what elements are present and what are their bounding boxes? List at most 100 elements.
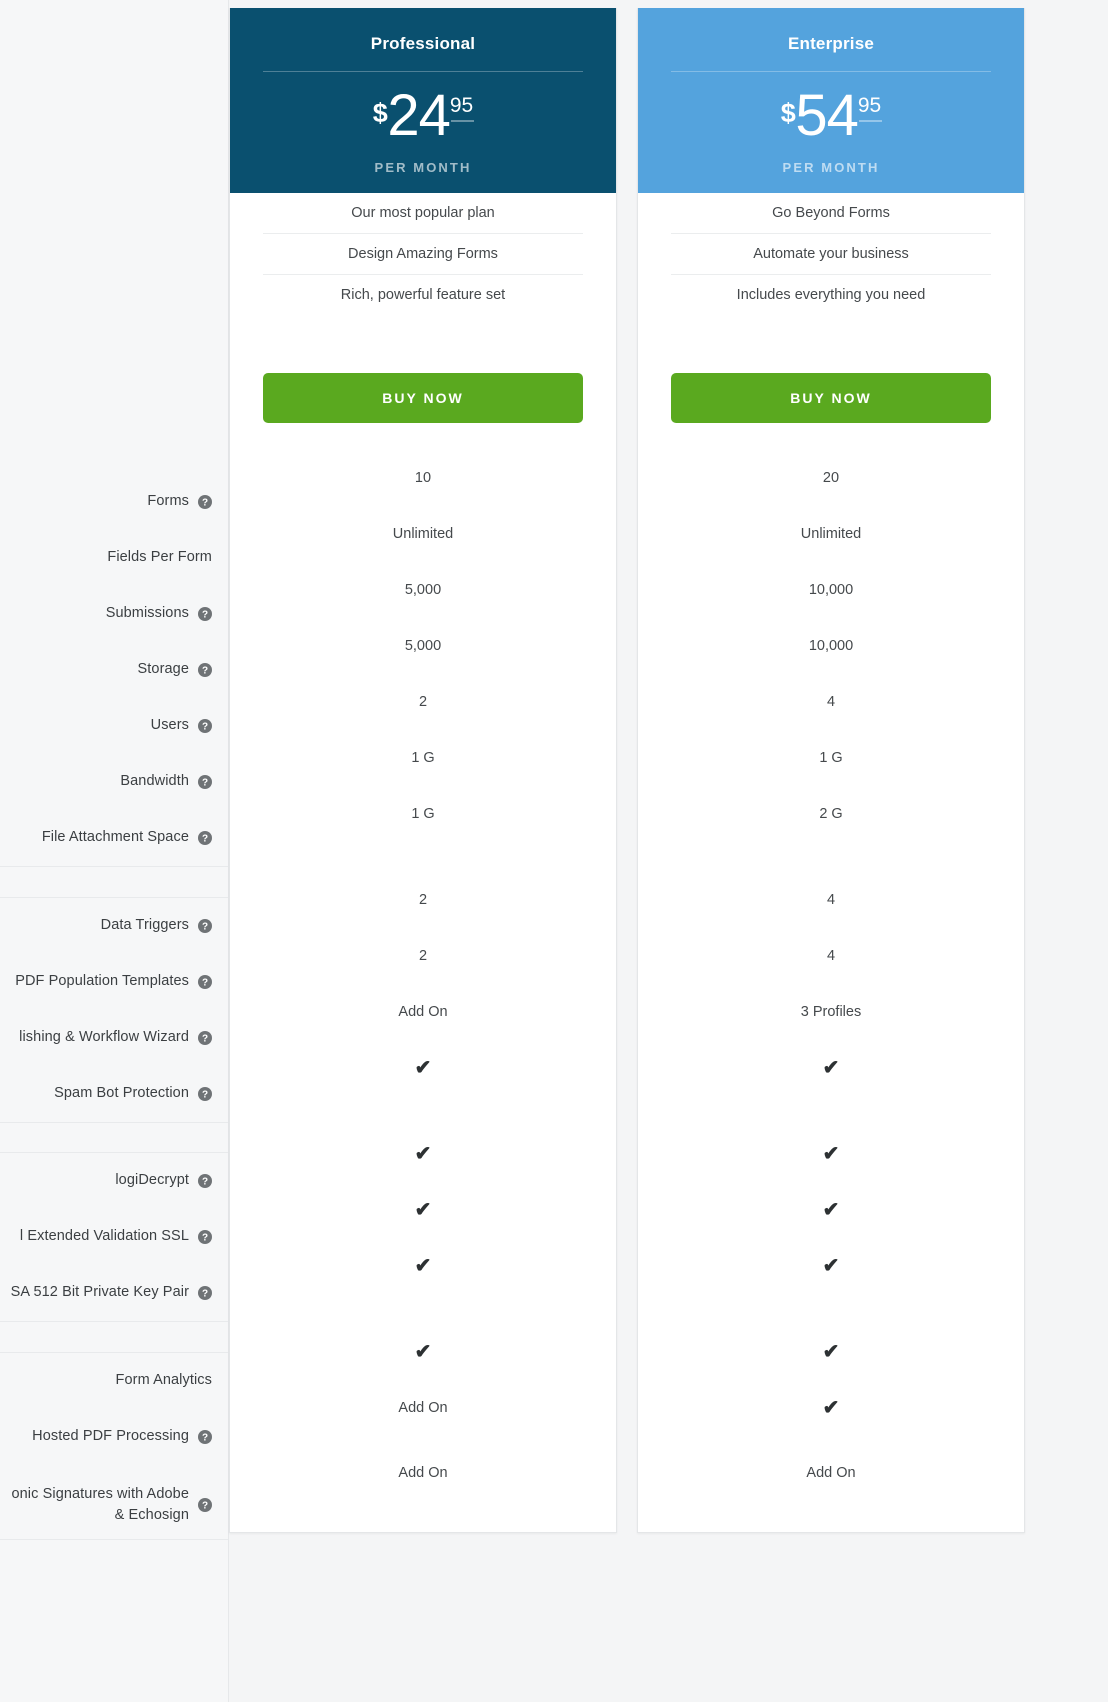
help-circle-icon[interactable]: ? <box>198 1229 212 1244</box>
plan-tagline: Go Beyond Forms <box>671 193 991 234</box>
help-circle-icon[interactable]: ? <box>198 1086 212 1101</box>
check-icon: ✔ <box>414 1199 432 1221</box>
feature-label-row: lishing & Workflow Wizard? <box>0 1010 228 1066</box>
feature-label: Bandwidth <box>120 773 189 790</box>
plan-tagline: Our most popular plan <box>263 193 583 234</box>
feature-value-cell: 1 G <box>230 730 616 786</box>
check-icon: ✔ <box>822 1199 840 1221</box>
plan-tagline: Includes everything you need <box>736 287 926 303</box>
feature-value: 5,000 <box>404 638 442 654</box>
help-circle-icon[interactable]: ? <box>198 1285 212 1300</box>
help-circle-icon[interactable]: ? <box>198 494 212 509</box>
feature-value: 2 <box>418 892 428 908</box>
feature-section-1: Forms? Fields Per Form Submissions? Storage… <box>0 474 228 867</box>
svg-text:?: ? <box>202 1233 208 1244</box>
buy-now-container: BUY NOW <box>638 316 1024 423</box>
feature-value-cell: Add On <box>230 1380 616 1436</box>
feature-value: 20 <box>822 470 840 486</box>
buy-now-button-enterprise[interactable]: BUY NOW <box>671 373 991 423</box>
plan-tagline: Automate your business <box>671 234 991 275</box>
help-circle-icon[interactable]: ? <box>198 718 212 733</box>
help-circle-icon[interactable]: ? <box>198 1030 212 1045</box>
check-icon: ✔ <box>822 1255 840 1277</box>
help-circle-icon[interactable]: ? <box>198 974 212 989</box>
svg-text:?: ? <box>202 722 208 733</box>
feature-value: 4 <box>826 892 836 908</box>
feature-label-row: Form Analytics <box>0 1353 228 1409</box>
feature-value-cell: 1 G <box>230 786 616 842</box>
feature-value-cell: 3 Profiles <box>638 984 1024 1040</box>
plan-header-professional: Professional $24 95 PER MONTH <box>230 8 616 193</box>
feature-value-cell: ✔ <box>638 1324 1024 1380</box>
feature-value: Unlimited <box>392 526 454 542</box>
plan-taglines: Go Beyond Forms Automate your business Inc… <box>638 193 1024 316</box>
feature-value-cell: 4 <box>638 872 1024 928</box>
help-circle-icon[interactable]: ? <box>198 830 212 845</box>
plan-tagline: Design Amazing Forms <box>263 234 583 275</box>
feature-label: lishing & Workflow Wizard <box>19 1029 189 1046</box>
check-icon: ✔ <box>822 1143 840 1165</box>
feature-label-row: Forms? <box>0 474 228 530</box>
price-integer: 54 <box>795 83 859 149</box>
feature-label-row: File Attachment Space? <box>0 810 228 866</box>
plan-name: Professional <box>370 34 476 53</box>
svg-text:?: ? <box>202 1289 208 1300</box>
feature-value: 10,000 <box>808 638 854 654</box>
feature-label-row: Users? <box>0 698 228 754</box>
feature-label: logiDecrypt <box>115 1172 189 1189</box>
feature-label-row: PDF Population Templates? <box>0 954 228 1010</box>
help-circle-icon[interactable]: ? <box>198 1497 212 1512</box>
feature-value: 2 G <box>819 806 843 822</box>
svg-text:?: ? <box>202 610 208 621</box>
feature-label: Hosted PDF Processing <box>32 1428 189 1445</box>
feature-value: 1 G <box>819 750 843 766</box>
check-icon: ✔ <box>414 1057 432 1079</box>
help-circle-icon[interactable]: ? <box>198 606 212 621</box>
feature-section-4: Form Analytics Hosted PDF Processing? onic… <box>0 1352 228 1540</box>
feature-value-cell: ✔ <box>230 1182 616 1238</box>
feature-value-cell: ✔ <box>230 1126 616 1182</box>
feature-value: 1 G <box>411 750 435 766</box>
feature-label: SA 512 Bit Private Key Pair <box>10 1284 189 1301</box>
feature-value-cell: ✔ <box>230 1324 616 1380</box>
help-circle-icon[interactable]: ? <box>198 1429 212 1444</box>
svg-text:?: ? <box>202 1034 208 1045</box>
feature-value-cell: 2 <box>230 872 616 928</box>
feature-label-row: Data Triggers? <box>0 898 228 954</box>
help-circle-icon[interactable]: ? <box>198 662 212 677</box>
price-period: PER MONTH <box>374 159 472 175</box>
feature-value: 10,000 <box>808 582 854 598</box>
help-circle-icon[interactable]: ? <box>198 774 212 789</box>
svg-text:?: ? <box>202 498 208 509</box>
feature-value: Add On <box>398 1004 448 1020</box>
feature-label: Users <box>150 717 189 734</box>
feature-value: Unlimited <box>800 526 862 542</box>
feature-value-cell: ✔ <box>230 1040 616 1096</box>
check-icon: ✔ <box>414 1255 432 1277</box>
feature-value: 5,000 <box>404 582 442 598</box>
feature-section-2: Data Triggers? PDF Population Templates? l… <box>0 897 228 1123</box>
help-circle-icon[interactable]: ? <box>198 918 212 933</box>
feature-label: File Attachment Space <box>41 829 189 846</box>
plan-name: Enterprise <box>787 34 875 53</box>
plan-tagline: Rich, powerful feature set <box>340 287 506 303</box>
feature-label: Form Analytics <box>115 1372 212 1389</box>
feature-label-row: Fields Per Form <box>0 530 228 586</box>
help-circle-icon[interactable]: ? <box>198 1173 212 1188</box>
price-decimal: 95 <box>858 95 883 124</box>
feature-value-cell: Add On <box>230 1436 616 1510</box>
price-currency: $ <box>372 98 388 129</box>
feature-label: l Extended Validation SSL <box>19 1228 189 1245</box>
feature-value: 2 <box>418 694 428 710</box>
feature-label-row: Hosted PDF Processing? <box>0 1409 228 1465</box>
feature-label: Forms <box>147 493 189 510</box>
price-period: PER MONTH <box>782 159 880 175</box>
pricing-comparison-page: Forms? Fields Per Form Submissions? Storage… <box>0 0 1108 1702</box>
feature-value-cell: 10 <box>230 450 616 506</box>
feature-value: 4 <box>826 694 836 710</box>
buy-now-button-professional[interactable]: BUY NOW <box>263 373 583 423</box>
check-icon: ✔ <box>822 1397 840 1419</box>
